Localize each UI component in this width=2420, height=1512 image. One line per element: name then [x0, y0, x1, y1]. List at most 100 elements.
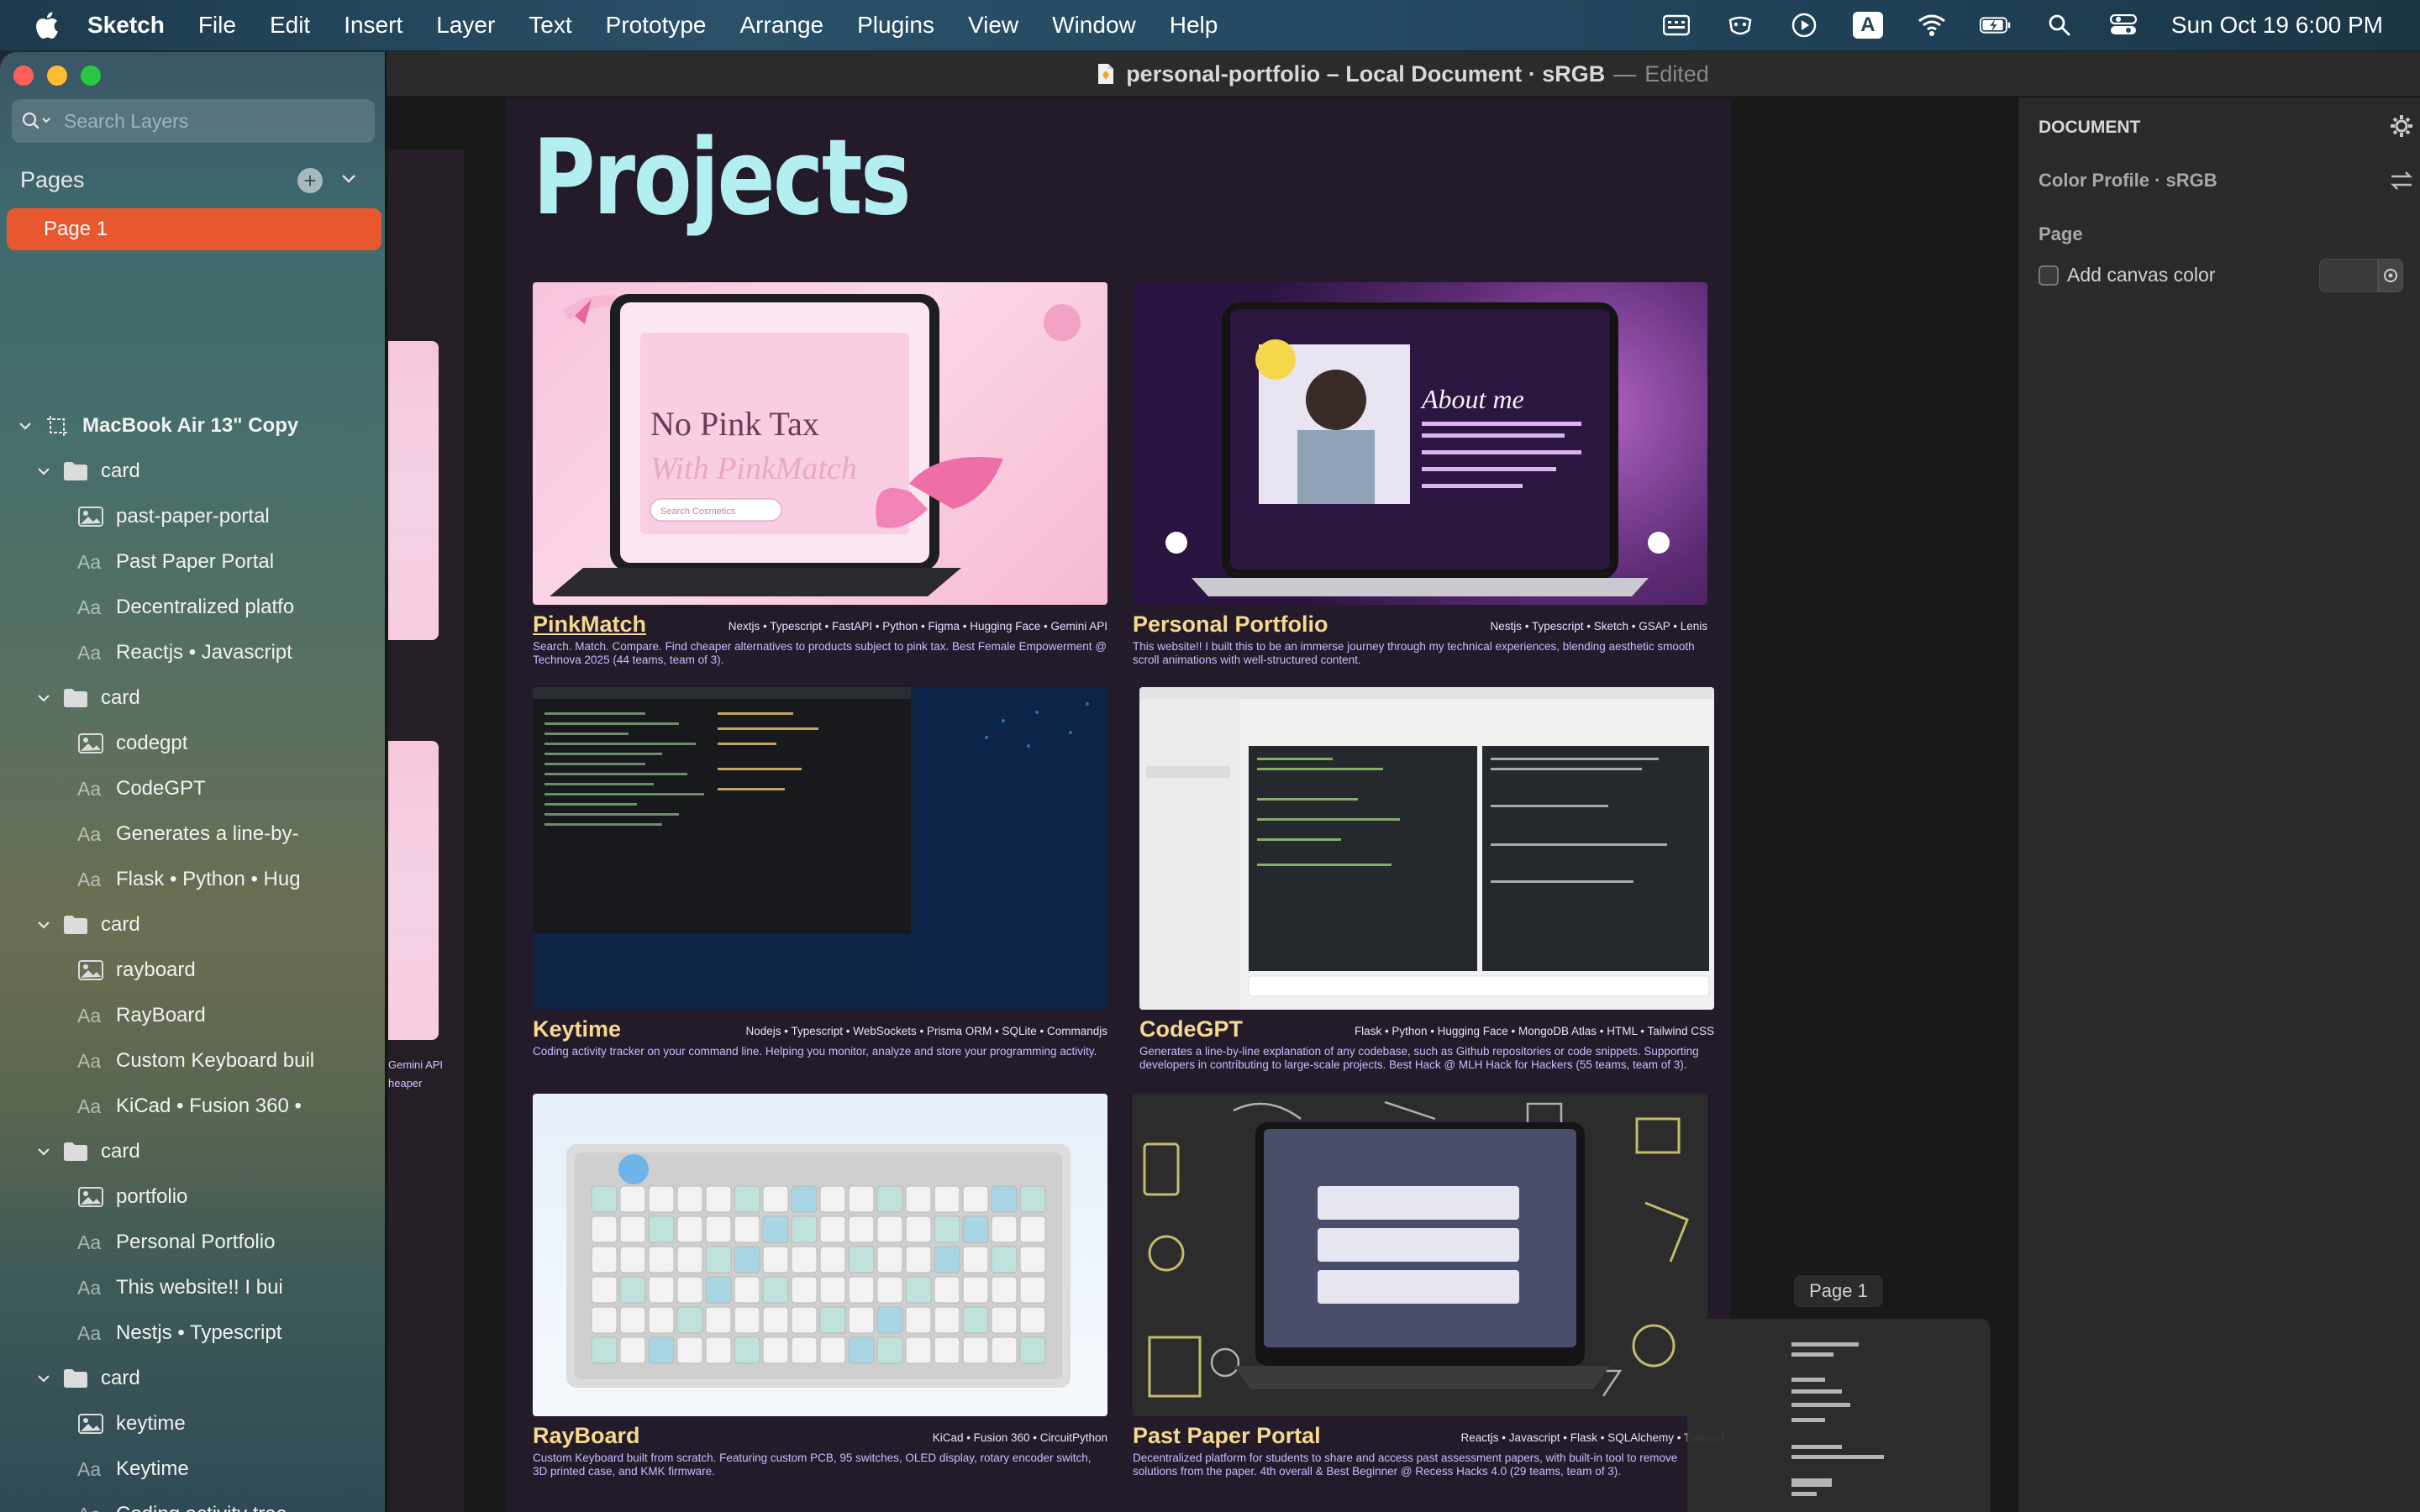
keytime-thumbnail[interactable] — [533, 687, 1107, 1010]
menu-view[interactable]: View — [968, 12, 1018, 39]
canvas-color-label[interactable]: Add canvas color — [2067, 264, 2215, 286]
menu-arrange[interactable]: Arrange — [740, 12, 824, 39]
past-paper-portal-thumbnail[interactable] — [1133, 1094, 1707, 1416]
disclosure-chevron-icon[interactable] — [35, 1370, 52, 1387]
layer-text[interactable]: Aa Custom Keyboard buil — [77, 1038, 314, 1084]
keycap — [819, 1306, 846, 1334]
layer-image[interactable]: keytime — [77, 1401, 186, 1446]
swap-arrows-icon[interactable] — [2390, 170, 2413, 192]
layer-image[interactable]: codegpt — [77, 721, 187, 766]
layer-text[interactable]: Aa RayBoard — [77, 993, 206, 1038]
search-layers-field[interactable]: Search Layers — [12, 99, 375, 143]
keycap — [648, 1336, 675, 1364]
close-window-button[interactable] — [13, 66, 34, 86]
keycap — [791, 1246, 818, 1273]
menu-insert[interactable]: Insert — [344, 12, 402, 39]
layer-image[interactable]: rayboard — [77, 948, 196, 993]
projects-heading[interactable]: Projects — [533, 118, 912, 239]
page-item-page-1[interactable]: Page 1 — [7, 208, 381, 250]
card-title[interactable]: CodeGPT — [1139, 1016, 1243, 1042]
disclosure-chevron-icon[interactable] — [35, 463, 52, 480]
menu-text[interactable]: Text — [529, 12, 571, 39]
disclosure-chevron-icon[interactable] — [35, 916, 52, 933]
canvas-color-checkbox[interactable] — [2039, 265, 2059, 286]
layer-text[interactable]: Aa Decentralized platfo — [77, 585, 294, 630]
menu-layer[interactable]: Layer — [436, 12, 495, 39]
layer-text[interactable]: Aa This website!! I bui — [77, 1265, 283, 1310]
color-profile-label[interactable]: Color Profile · sRGB — [2039, 170, 2217, 192]
layer-artboard[interactable]: MacBook Air 13" Copy — [17, 403, 298, 449]
menu-help[interactable]: Help — [1170, 12, 1218, 39]
menu-extra-icon[interactable] — [1660, 12, 1692, 39]
canvas-color-swatch[interactable] — [2319, 259, 2378, 292]
card-title[interactable]: Personal Portfolio — [1133, 612, 1328, 638]
text-layer-icon: Aa — [77, 868, 102, 890]
layer-group-card[interactable]: card — [35, 449, 140, 494]
text-layer-icon: Aa — [77, 777, 102, 800]
disclosure-chevron-icon[interactable] — [35, 1143, 52, 1160]
layer-image[interactable]: portfolio — [77, 1174, 187, 1220]
menu-plugins[interactable]: Plugins — [857, 12, 934, 39]
layer-group-card[interactable]: card — [35, 902, 140, 948]
rayboard-thumbnail[interactable] — [533, 1094, 1107, 1416]
menu-app-sketch[interactable]: Sketch — [87, 12, 165, 39]
codegpt-thumbnail[interactable] — [1139, 687, 1714, 1010]
mask-icon[interactable] — [1724, 12, 1756, 39]
add-page-icon[interactable]: + — [297, 168, 323, 193]
layer-text[interactable]: Aa Flask • Python • Hug — [77, 857, 301, 902]
layer-text[interactable]: Aa CodeGPT — [77, 766, 206, 811]
menu-file[interactable]: File — [198, 12, 236, 39]
layer-group-card[interactable]: card — [35, 1356, 140, 1401]
card-title[interactable]: Past Paper Portal — [1133, 1423, 1321, 1449]
card-title[interactable]: Keytime — [533, 1016, 621, 1042]
layer-text[interactable]: Aa Keytime — [77, 1446, 189, 1492]
menu-clock[interactable]: Sun Oct 19 6:00 PM — [2171, 12, 2383, 39]
layer-text[interactable]: Aa KiCad • Fusion 360 • — [77, 1084, 302, 1129]
input-source-icon[interactable]: A — [1852, 12, 1884, 39]
zoom-window-button[interactable] — [81, 66, 101, 86]
disclosure-chevron-icon[interactable] — [17, 417, 34, 434]
card-description: Custom Keyboard built from scratch. Feat… — [533, 1452, 1092, 1478]
minimap-page-label: Page 1 — [1794, 1275, 1883, 1307]
wifi-icon[interactable] — [1916, 12, 1948, 39]
color-picker-icon[interactable] — [2378, 259, 2403, 292]
pinkmatch-thumbnail[interactable]: No Pink Tax With PinkMatch Search Cosmet… — [533, 282, 1107, 605]
keycap — [676, 1336, 703, 1364]
disclosure-chevron-icon[interactable] — [35, 690, 52, 706]
menu-window[interactable]: Window — [1052, 12, 1136, 39]
layer-image[interactable]: past-paper-portal — [77, 494, 270, 539]
layer-group-card[interactable]: card — [35, 675, 140, 721]
menu-prototype[interactable]: Prototype — [606, 12, 707, 39]
play-circle-icon[interactable] — [1788, 12, 1820, 39]
menu-edit[interactable]: Edit — [270, 12, 310, 39]
collapse-pages-icon[interactable] — [339, 170, 358, 188]
layer-text[interactable]: Aa Past Paper Portal — [77, 539, 274, 585]
control-center-icon[interactable] — [2107, 12, 2139, 39]
spotlight-search-icon[interactable] — [2044, 12, 2075, 39]
adjacent-artboard[interactable]: Gemini API heaper — [388, 150, 464, 1512]
canvas[interactable]: Gemini API heaper Projects No Pink Tax W… — [388, 99, 2015, 1512]
keycap — [791, 1185, 818, 1213]
keycap — [619, 1336, 646, 1364]
keycap — [905, 1276, 932, 1304]
layer-group-card[interactable]: card — [35, 1129, 140, 1174]
title-separator: — — [1613, 60, 1637, 87]
card-title[interactable]: RayBoard — [533, 1423, 640, 1449]
portfolio-thumbnail[interactable]: About me — [1133, 282, 1707, 605]
gear-icon[interactable] — [2390, 114, 2413, 138]
layer-text[interactable]: AaCoding activity trac — [77, 1492, 287, 1512]
battery-icon[interactable] — [1979, 12, 2012, 39]
layer-text[interactable]: Aa Generates a line-by- — [77, 811, 298, 857]
card-title[interactable]: PinkMatch — [533, 612, 646, 638]
layer-label: card — [101, 1140, 140, 1163]
minimize-window-button[interactable] — [47, 66, 67, 86]
layer-text[interactable]: Aa Reactjs • Javascript — [77, 630, 292, 675]
macbook-artboard[interactable]: Projects No Pink Tax With PinkMatch Sear… — [506, 99, 1731, 1512]
card-tags: Nextjs • Typescript • FastAPI • Python •… — [728, 620, 1107, 633]
apple-icon[interactable] — [34, 11, 59, 39]
artboard-icon — [44, 414, 71, 438]
layer-text[interactable]: Aa Personal Portfolio — [77, 1220, 275, 1265]
layer-text[interactable]: Aa Nestjs • Typescript — [77, 1310, 281, 1356]
minimap[interactable] — [1687, 1319, 1990, 1512]
image-layer-icon — [77, 1412, 104, 1436]
